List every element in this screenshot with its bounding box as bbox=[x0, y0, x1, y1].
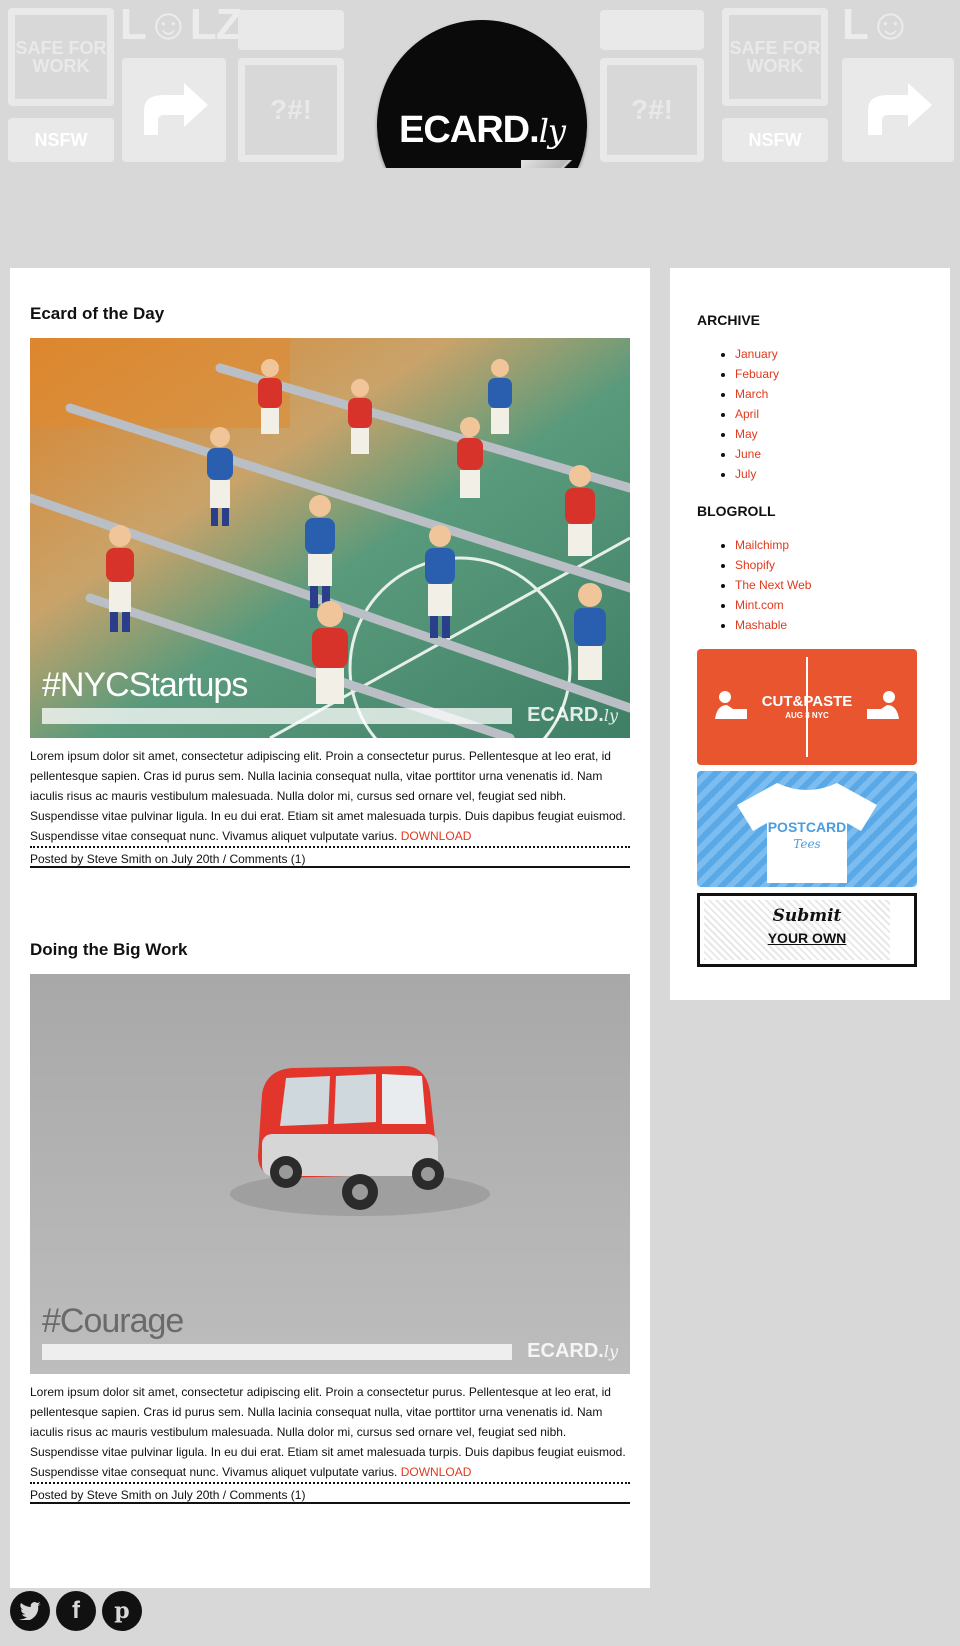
post-doing-the-big-work: Doing the Big Work #Courage ECARD.ly Lor… bbox=[30, 940, 630, 1504]
archive-link-may[interactable]: May bbox=[735, 427, 758, 441]
postcard-title: POSTCARD bbox=[767, 819, 847, 835]
share-arrow-icon-right bbox=[842, 58, 954, 162]
archive-item: March bbox=[735, 384, 779, 404]
post-body-text: Lorem ipsum dolor sit amet, consectetur … bbox=[30, 749, 626, 843]
post-ecard-of-the-day: Ecard of the Day #NYCStartups ECARD.ly L… bbox=[30, 304, 630, 868]
postcard-tees-banner[interactable]: POSTCARD Tees bbox=[697, 771, 917, 887]
blogroll-item: Shopify bbox=[735, 555, 811, 575]
archive-link-january[interactable]: January bbox=[735, 347, 778, 361]
blogroll-link-the-next-web[interactable]: The Next Web bbox=[735, 578, 811, 592]
social-links: f p bbox=[10, 1591, 142, 1631]
post-title[interactable]: Ecard of the Day bbox=[30, 304, 630, 324]
sticker-peel-corner bbox=[521, 160, 573, 168]
archive-item: January bbox=[735, 344, 779, 364]
cut-paste-banner[interactable]: CUT&PASTE AUG 8 NYC bbox=[697, 649, 917, 765]
nsfw-label: NSFW bbox=[34, 130, 88, 150]
submit-your-own-banner[interactable]: Submit YOUR OWN bbox=[697, 893, 917, 967]
post-body-text: Lorem ipsum dolor sit amet, consectetur … bbox=[30, 1385, 626, 1479]
symbols-label-right: ?#! bbox=[631, 94, 673, 125]
post-meta: Posted by Steve Smith on July 20th / Com… bbox=[30, 1482, 630, 1504]
safe-for-work-label-right: SAFE FOR WORK bbox=[729, 38, 821, 76]
blogroll-item: The Next Web bbox=[735, 575, 811, 595]
facebook-glyph: f bbox=[72, 1597, 80, 1624]
sidebar: ARCHIVE January Febuary March April May … bbox=[670, 268, 950, 1000]
image-watermark-suffix: ly bbox=[603, 1342, 618, 1361]
image-strip bbox=[42, 1344, 512, 1360]
image-watermark-main: ECARD. bbox=[527, 704, 604, 726]
twitter-bird-glyph bbox=[19, 1602, 41, 1620]
share-arrow-icon bbox=[122, 58, 226, 162]
image-hashtag: #Courage bbox=[42, 1302, 184, 1340]
blank-tile bbox=[238, 10, 344, 50]
site-logo[interactable]: ECARD.ly bbox=[377, 20, 587, 168]
pinterest-icon[interactable]: p bbox=[102, 1591, 142, 1631]
logo-main-text: ECARD. bbox=[399, 108, 540, 151]
cut-paste-subtitle: AUG 8 NYC bbox=[785, 711, 829, 720]
archive-item: Febuary bbox=[735, 364, 779, 384]
blogroll-link-mint[interactable]: Mint.com bbox=[735, 598, 784, 612]
archive-link-april[interactable]: April bbox=[735, 407, 759, 421]
blogroll-heading: BLOGROLL bbox=[697, 503, 776, 519]
postcard-subtitle: Tees bbox=[793, 837, 821, 851]
facebook-icon[interactable]: f bbox=[56, 1591, 96, 1631]
blogroll-item: Mailchimp bbox=[735, 535, 811, 555]
lolz-tile: L☺LZ bbox=[120, 0, 243, 49]
blogroll-list: Mailchimp Shopify The Next Web Mint.com … bbox=[697, 535, 811, 635]
nsfw-label-right: NSFW bbox=[748, 130, 802, 150]
post-title[interactable]: Doing the Big Work bbox=[30, 940, 630, 960]
archive-link-july[interactable]: July bbox=[735, 467, 756, 481]
image-hashtag: #NYCStartups bbox=[42, 666, 248, 704]
site-header: SAFE FOR WORK NSFW L☺LZ ?#! ?#! SAFE FOR… bbox=[0, 0, 960, 168]
safe-for-work-tile-right: SAFE FOR WORK bbox=[722, 8, 828, 106]
blank-tile-right bbox=[600, 10, 704, 50]
image-strip bbox=[42, 708, 512, 724]
post-body: Lorem ipsum dolor sit amet, consectetur … bbox=[30, 1382, 630, 1482]
archive-link-june[interactable]: June bbox=[735, 447, 761, 461]
blogroll-link-shopify[interactable]: Shopify bbox=[735, 558, 775, 572]
symbols-label: ?#! bbox=[270, 94, 312, 125]
post-meta: Posted by Steve Smith on July 20th / Com… bbox=[30, 846, 630, 868]
submit-line1: Submit bbox=[772, 906, 842, 926]
download-link[interactable]: DOWNLOAD bbox=[401, 1465, 472, 1479]
symbols-tile: ?#! bbox=[238, 58, 344, 162]
safe-for-work-tile: SAFE FOR WORK bbox=[8, 8, 114, 106]
archive-heading: ARCHIVE bbox=[697, 312, 761, 328]
safe-for-work-label: SAFE FOR WORK bbox=[15, 38, 107, 76]
image-watermark: ECARD.ly bbox=[527, 1340, 618, 1363]
archive-item: May bbox=[735, 424, 779, 444]
image-watermark-suffix: ly bbox=[603, 706, 618, 725]
archive-list: January Febuary March April May June Jul… bbox=[697, 344, 779, 484]
blogroll-item: Mint.com bbox=[735, 595, 811, 615]
blogroll-item: Mashable bbox=[735, 615, 811, 635]
symbols-tile-right: ?#! bbox=[600, 58, 704, 162]
logo-suffix-text: ly bbox=[538, 111, 566, 150]
submit-line2: YOUR OWN bbox=[767, 930, 847, 946]
archive-link-march[interactable]: March bbox=[735, 387, 768, 401]
archive-item: June bbox=[735, 444, 779, 464]
post-body: Lorem ipsum dolor sit amet, consectetur … bbox=[30, 746, 630, 846]
logo-wordmark: ECARD.ly bbox=[399, 108, 566, 152]
post-image-foosball[interactable]: #NYCStartups ECARD.ly bbox=[30, 338, 630, 738]
download-link[interactable]: DOWNLOAD bbox=[401, 829, 472, 843]
archive-link-febuary[interactable]: Febuary bbox=[735, 367, 779, 381]
cut-paste-title: CUT&PASTE bbox=[761, 693, 853, 710]
blogroll-link-mashable[interactable]: Mashable bbox=[735, 618, 787, 632]
nsfw-tile-right: NSFW bbox=[722, 118, 828, 162]
twitter-icon[interactable] bbox=[10, 1591, 50, 1631]
nsfw-tile: NSFW bbox=[8, 118, 114, 162]
archive-item: April bbox=[735, 404, 779, 424]
archive-item: July bbox=[735, 464, 779, 484]
blogroll-link-mailchimp[interactable]: Mailchimp bbox=[735, 538, 789, 552]
image-watermark: ECARD.ly bbox=[527, 704, 618, 727]
image-watermark-main: ECARD. bbox=[527, 1340, 604, 1362]
pinterest-glyph: p bbox=[114, 1598, 130, 1624]
main-column: Ecard of the Day #NYCStartups ECARD.ly L… bbox=[10, 268, 650, 1588]
post-image-red-car[interactable]: #Courage ECARD.ly bbox=[30, 974, 630, 1374]
